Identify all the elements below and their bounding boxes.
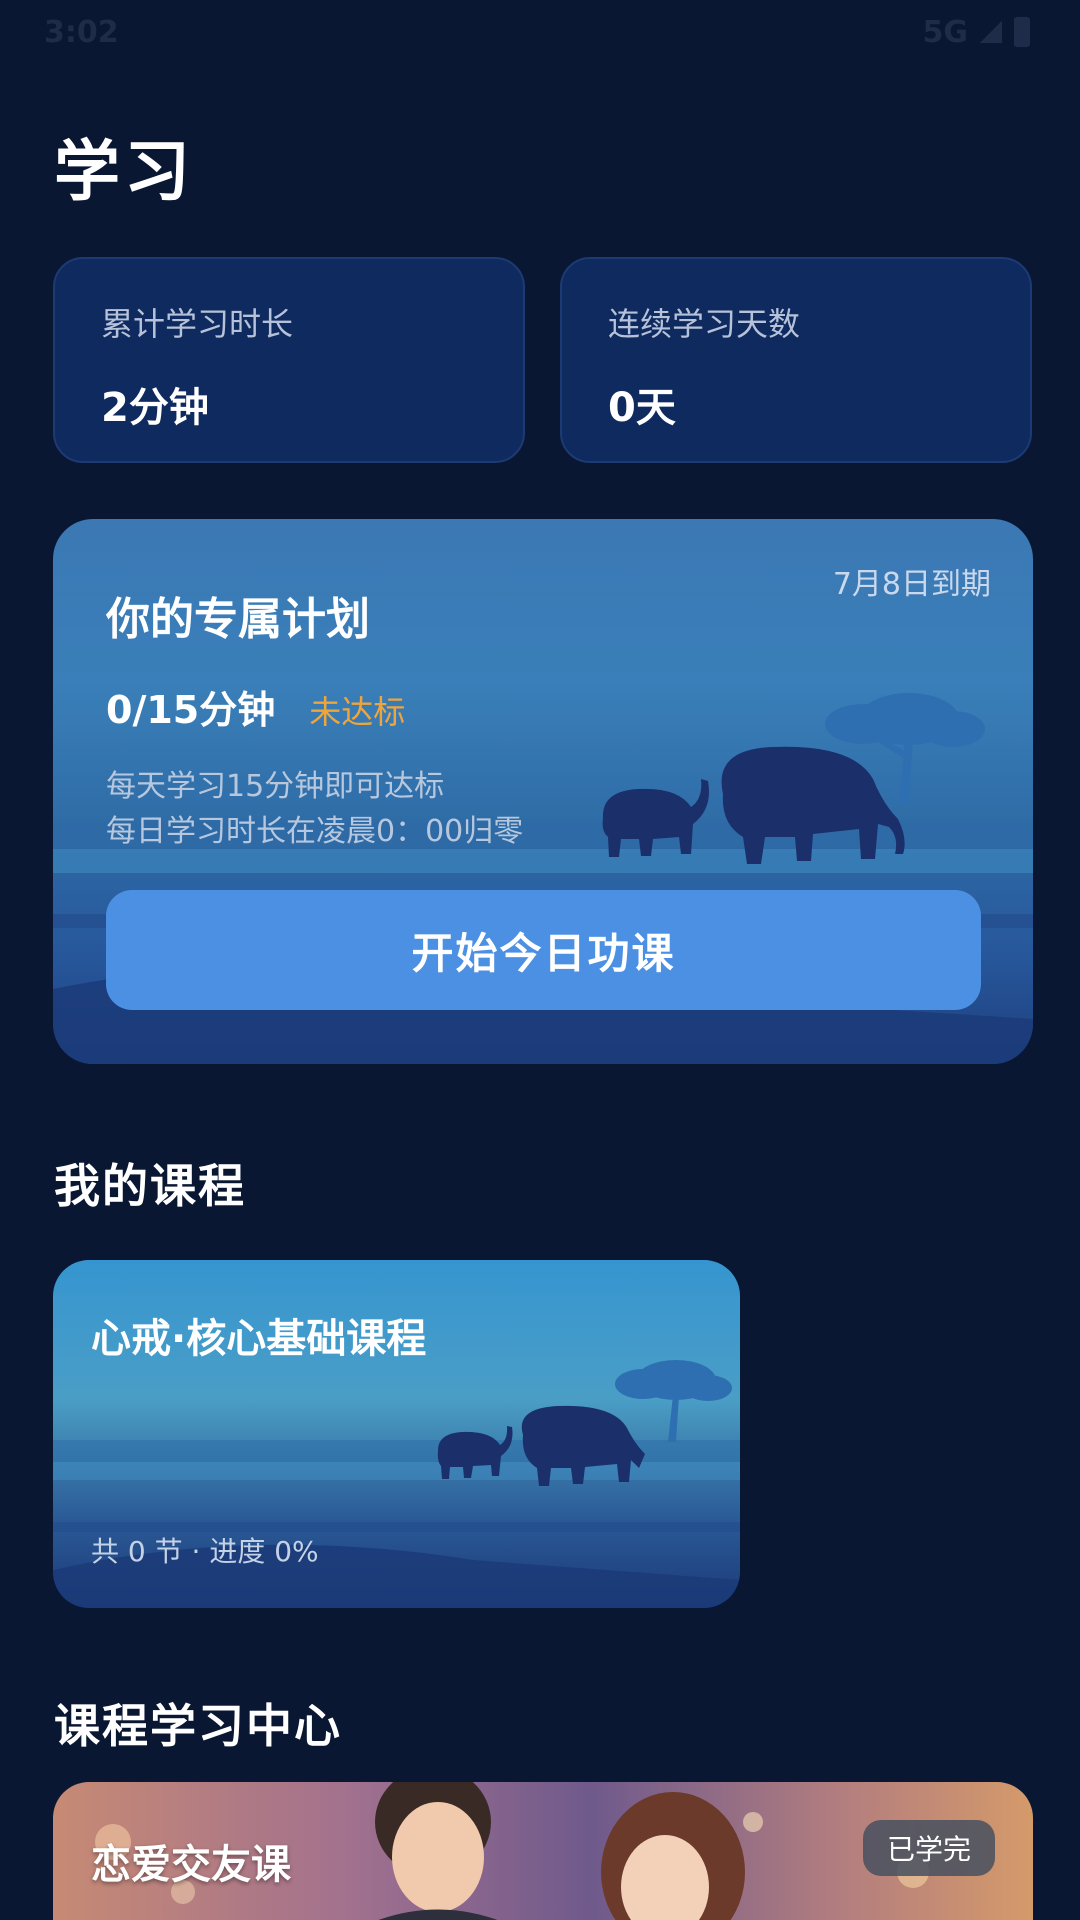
- total-study-time-label: 累计学习时长: [101, 305, 294, 343]
- plan-progress: 0/15分钟: [106, 688, 276, 732]
- start-today-lesson-button[interactable]: 开始今日功课: [106, 890, 981, 1010]
- battery-icon: [1014, 17, 1030, 47]
- completed-badge: 已学完: [862, 1820, 995, 1876]
- signal-icon: [980, 21, 1002, 43]
- total-study-time-card[interactable]: 累计学习时长 2分钟: [53, 257, 525, 463]
- course-progress-meta: 共 0 节 · 进度 0%: [91, 1535, 319, 1568]
- plan-note-goal: 每天学习15分钟即可达标: [106, 769, 445, 804]
- course-card[interactable]: 心戒·核心基础课程 共 0 节 · 进度 0%: [53, 1260, 740, 1608]
- learning-center-heading: 课程学习中心: [54, 1699, 342, 1753]
- plan-progress-row: 0/15分钟 未达标: [106, 679, 405, 734]
- network-label: 5G: [922, 14, 969, 50]
- man-figure-icon: [375, 1782, 498, 1920]
- acacia-tree-icon: [615, 1360, 732, 1442]
- learning-center-card[interactable]: 恋爱交友课 已学完: [53, 1782, 1033, 1920]
- plan-status-badge: 未达标: [309, 693, 406, 731]
- status-icons: 5G: [922, 14, 1030, 50]
- course-title: 心戒·核心基础课程: [91, 1316, 427, 1362]
- my-courses-heading: 我的课程: [54, 1159, 246, 1213]
- plan-title: 你的专属计划: [106, 594, 370, 645]
- study-plan-card: 7月8日到期 你的专属计划 0/15分钟 未达标 每天学习15分钟即可达标 每日…: [53, 519, 1033, 1064]
- study-streak-card[interactable]: 连续学习天数 0天: [560, 257, 1032, 463]
- learning-center-course-title: 恋爱交友课: [91, 1842, 291, 1888]
- total-study-time-value: 2分钟: [101, 385, 209, 431]
- study-streak-value: 0天: [608, 385, 676, 431]
- plan-expiry-date: 7月8日到期: [832, 567, 991, 602]
- status-bar: 3:02 5G: [0, 0, 1080, 64]
- status-time: 3:02: [44, 14, 119, 50]
- plan-note-reset: 每日学习时长在凌晨0：00归零: [106, 814, 524, 849]
- page-title: 学习: [54, 133, 194, 210]
- study-streak-label: 连续学习天数: [608, 305, 801, 343]
- woman-figure-icon: [601, 1792, 745, 1920]
- elephant-large-icon: [521, 1405, 645, 1486]
